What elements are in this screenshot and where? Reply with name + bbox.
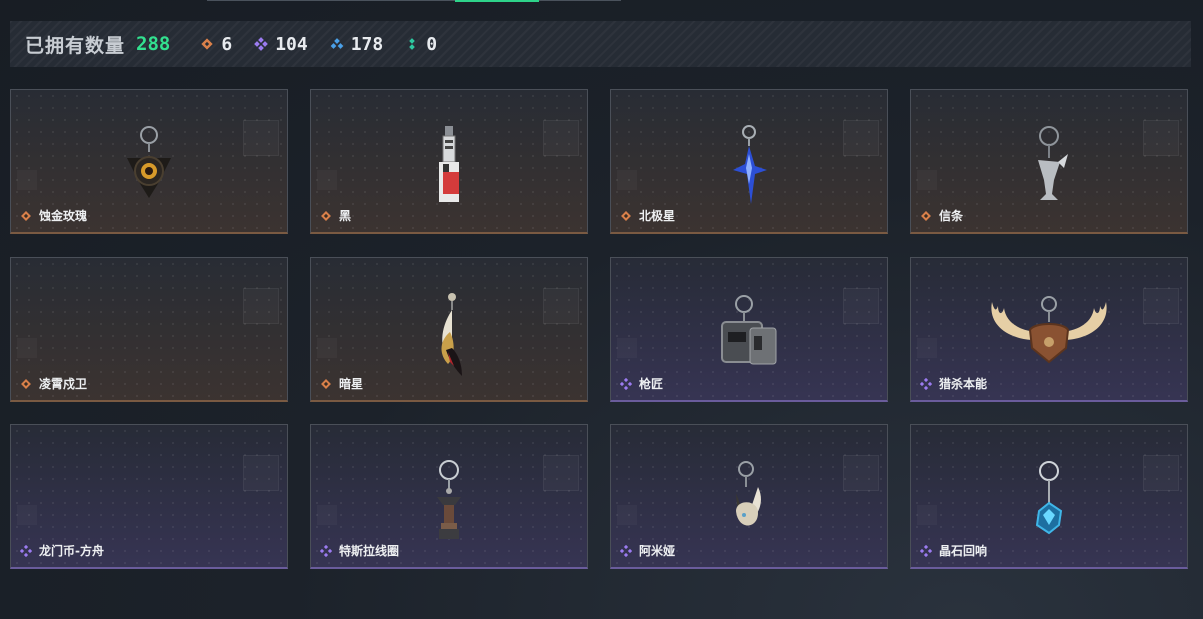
tag-charm-icon (439, 126, 459, 202)
charm-card[interactable]: 信条 (910, 89, 1188, 234)
purple-rarity-icon (20, 545, 32, 557)
teal-dots-icon (409, 38, 416, 50)
charm-card[interactable]: 枪匠 (610, 257, 888, 402)
owned-count-label: 已拥有数量 (25, 34, 126, 57)
orange-rarity-icon (621, 211, 631, 221)
orange-rarity-icon (21, 211, 31, 221)
stat-teal: 0 (405, 34, 437, 55)
stat-purple-value: 104 (275, 33, 308, 55)
charm-name: 阿米娅 (639, 544, 676, 558)
owned-count-value: 288 (136, 33, 171, 55)
charm-card[interactable]: 暗星 (310, 257, 588, 402)
antler-charm-icon (991, 296, 1107, 364)
creed-charm-icon (1038, 126, 1068, 200)
orange-rarity-icon (321, 379, 331, 389)
charm-name: 黑 (339, 209, 352, 223)
purple-diamond-icon (254, 37, 269, 51)
active-tab-indicator (455, 0, 539, 2)
stat-orange: 6 (200, 34, 232, 55)
charm-card[interactable]: 黑 (310, 89, 588, 234)
dogtag-charm-icon (721, 295, 777, 365)
charm-name: 特斯拉线圈 (339, 544, 400, 558)
rose-charm-icon (127, 126, 171, 198)
stat-purple: 104 (254, 34, 308, 55)
purple-rarity-icon (320, 545, 332, 557)
charm-name: 晶石回响 (939, 544, 988, 558)
purple-rarity-icon (620, 545, 632, 557)
purple-rarity-icon (620, 378, 632, 390)
charm-name: 北极星 (639, 209, 676, 223)
charm-name: 枪匠 (639, 377, 664, 391)
charm-name: 猎杀本能 (939, 377, 988, 391)
charm-card[interactable]: 龙门币-方舟 (10, 424, 288, 569)
orange-rarity-icon (921, 211, 931, 221)
star-charm-icon (733, 125, 767, 204)
bunny-charm-icon (736, 461, 761, 526)
charm-card[interactable]: 晶石回响 (910, 424, 1188, 569)
orange-diamond-icon (201, 38, 214, 50)
ownership-stats-bar: 已拥有数量 288 6 104 178 0 (10, 21, 1191, 67)
charm-card[interactable]: 猎杀本能 (910, 257, 1188, 402)
stat-blue: 178 (330, 33, 384, 55)
charm-card[interactable]: 北极星 (610, 89, 888, 234)
charm-name: 龙门币-方舟 (39, 544, 104, 558)
charm-card[interactable]: 特斯拉线圈 (310, 424, 588, 569)
charm-name: 凌霄戍卫 (39, 377, 88, 391)
charm-card[interactable]: 阿米娅 (610, 424, 888, 569)
crystal-charm-icon (1035, 461, 1063, 535)
charm-name: 蚀金玫瑰 (39, 209, 88, 223)
charm-card[interactable]: 凌霄戍卫 (10, 257, 288, 402)
top-tab-divider (207, 0, 621, 1)
stat-orange-value: 6 (221, 33, 233, 55)
purple-rarity-icon (920, 378, 932, 390)
feather-charm-icon (441, 293, 462, 376)
charm-name: 暗星 (339, 377, 364, 391)
blue-diamond-icon (330, 38, 344, 49)
tesla-coil-charm-icon (437, 460, 461, 539)
orange-rarity-icon (321, 211, 331, 221)
stat-teal-value: 0 (426, 33, 438, 55)
stat-blue-value: 178 (350, 33, 384, 55)
charm-card[interactable]: 蚀金玫瑰 (10, 89, 288, 234)
purple-rarity-icon (920, 545, 932, 557)
charm-name: 信条 (939, 209, 964, 223)
charm-collection-screen: 已拥有数量 288 6 104 178 0 蚀金玫瑰 黑 北极星 信条 凌霄戍卫… (0, 0, 1203, 619)
orange-rarity-icon (21, 379, 31, 389)
